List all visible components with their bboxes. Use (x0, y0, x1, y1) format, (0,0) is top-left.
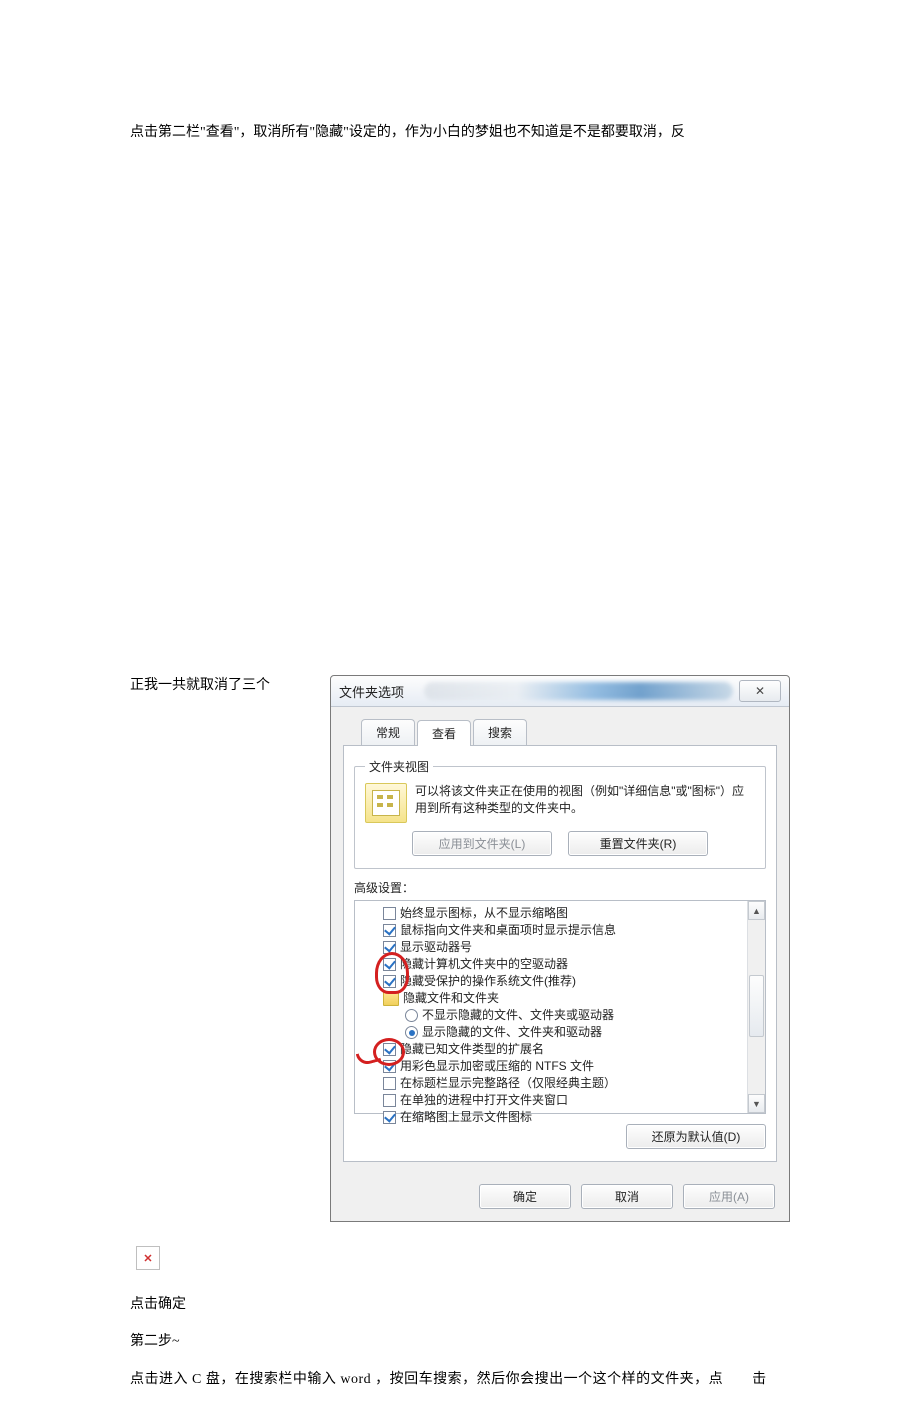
adv-item[interactable]: 始终显示图标，从不显示缩略图 (383, 905, 747, 922)
apply-button[interactable]: 应用(A) (683, 1184, 775, 1209)
ok-button[interactable]: 确定 (479, 1184, 571, 1209)
checkbox-icon[interactable] (383, 924, 396, 937)
scroll-thumb[interactable] (749, 975, 764, 1037)
scrollbar[interactable]: ▲ ▼ (747, 901, 765, 1113)
tab-search[interactable]: 搜索 (473, 719, 527, 745)
advanced-settings-label: 高级设置： (354, 879, 766, 896)
checkbox-icon[interactable] (383, 1043, 396, 1056)
titlebar-blur (424, 682, 733, 700)
paragraph-top: 点击第二栏"查看"，取消所有"隐藏"设定的，作为小白的梦姐也不知道是不是都要取消… (130, 120, 790, 145)
paragraph-cdrive: 点击进入 C 盘，在搜索栏中输入 word ，按回车搜索，然后你会搜出一个这个样… (130, 1367, 790, 1392)
folder-view-desc: 可以将该文件夹正在使用的视图（例如"详细信息"或"图标"）应用到所有这种类型的文… (415, 783, 755, 817)
apply-to-folders-button[interactable]: 应用到文件夹(L) (412, 831, 552, 856)
reset-folders-button[interactable]: 重置文件夹(R) (568, 831, 708, 856)
adv-item-label: 用彩色显示加密或压缩的 NTFS 文件 (400, 1058, 594, 1075)
adv-item[interactable]: 隐藏受保护的操作系统文件(推荐) (383, 973, 747, 990)
adv-item[interactable]: 隐藏文件和文件夹 (383, 990, 747, 1007)
folder-view-icon (365, 783, 407, 823)
adv-item[interactable]: 鼠标指向文件夹和桌面项时显示提示信息 (383, 922, 747, 939)
checkbox-icon[interactable] (383, 1060, 396, 1073)
close-icon: ✕ (755, 684, 765, 698)
broken-image-icon (136, 1246, 160, 1270)
radio-icon[interactable] (405, 1009, 418, 1022)
scroll-up-icon[interactable]: ▲ (748, 901, 765, 920)
checkbox-icon[interactable] (383, 1077, 396, 1090)
checkbox-icon[interactable] (383, 1111, 396, 1124)
adv-item-label: 在单独的进程中打开文件夹窗口 (400, 1092, 568, 1109)
tab-view[interactable]: 查看 (417, 720, 471, 746)
scroll-track[interactable] (748, 920, 765, 1094)
adv-item-label: 隐藏文件和文件夹 (403, 990, 499, 1007)
folder-options-dialog: 文件夹选项 ✕ 常规 查看 搜索 文件夹视图 (330, 675, 790, 1222)
checkbox-icon[interactable] (383, 975, 396, 988)
cancel-button[interactable]: 取消 (581, 1184, 673, 1209)
paragraph-confirm: 点击确定 (130, 1292, 790, 1317)
checkbox-icon[interactable] (383, 941, 396, 954)
adv-item[interactable]: 用彩色显示加密或压缩的 NTFS 文件 (383, 1058, 747, 1075)
adv-item[interactable]: 隐藏计算机文件夹中的空驱动器 (383, 956, 747, 973)
scroll-down-icon[interactable]: ▼ (748, 1094, 765, 1113)
adv-item-label: 显示驱动器号 (400, 939, 472, 956)
advanced-settings-list: 始终显示图标，从不显示缩略图鼠标指向文件夹和桌面项时显示提示信息显示驱动器号隐藏… (354, 900, 766, 1114)
adv-item-label: 不显示隐藏的文件、文件夹或驱动器 (422, 1007, 614, 1024)
adv-item-label: 鼠标指向文件夹和桌面项时显示提示信息 (400, 922, 616, 939)
dialog-tabs: 常规 查看 搜索 (361, 719, 777, 745)
adv-item-label: 隐藏受保护的操作系统文件(推荐) (400, 973, 576, 990)
dialog-footer: 确定 取消 应用(A) (331, 1174, 789, 1221)
adv-item-label: 始终显示图标，从不显示缩略图 (400, 905, 568, 922)
restore-defaults-button[interactable]: 还原为默认值(D) (626, 1124, 766, 1149)
adv-item-label: 在缩略图上显示文件图标 (400, 1109, 532, 1126)
adv-item[interactable]: 不显示隐藏的文件、文件夹或驱动器 (383, 1007, 747, 1024)
checkbox-icon[interactable] (383, 1094, 396, 1107)
adv-item-label: 隐藏已知文件类型的扩展名 (400, 1041, 544, 1058)
checkbox-icon[interactable] (383, 958, 396, 971)
adv-item[interactable]: 隐藏已知文件类型的扩展名 (383, 1041, 747, 1058)
adv-item-label: 隐藏计算机文件夹中的空驱动器 (400, 956, 568, 973)
checkbox-icon[interactable] (383, 907, 396, 920)
adv-item[interactable]: 在缩略图上显示文件图标 (383, 1109, 747, 1126)
adv-item-label: 显示隐藏的文件、文件夹和驱动器 (422, 1024, 602, 1041)
tab-panel-view: 文件夹视图 可以将该文件夹正在使用的视图（例如"详细信息"或"图标"）应用到所有… (343, 745, 777, 1162)
dialog-title: 文件夹选项 (339, 682, 404, 701)
adv-item[interactable]: 显示隐藏的文件、文件夹和驱动器 (383, 1024, 747, 1041)
folder-icon (383, 992, 399, 1006)
folder-view-group: 文件夹视图 可以将该文件夹正在使用的视图（例如"详细信息"或"图标"）应用到所有… (354, 758, 766, 869)
radio-icon[interactable] (405, 1026, 418, 1039)
folder-view-legend: 文件夹视图 (365, 758, 433, 775)
adv-item[interactable]: 在标题栏显示完整路径（仅限经典主题） (383, 1075, 747, 1092)
adv-item-label: 在标题栏显示完整路径（仅限经典主题） (400, 1075, 616, 1092)
dialog-titlebar: 文件夹选项 ✕ (331, 676, 789, 707)
adv-item[interactable]: 显示驱动器号 (383, 939, 747, 956)
tab-general[interactable]: 常规 (361, 719, 415, 745)
paragraph-step2: 第二步~ (130, 1329, 790, 1354)
close-button[interactable]: ✕ (739, 680, 781, 702)
adv-item[interactable]: 在单独的进程中打开文件夹窗口 (383, 1092, 747, 1109)
